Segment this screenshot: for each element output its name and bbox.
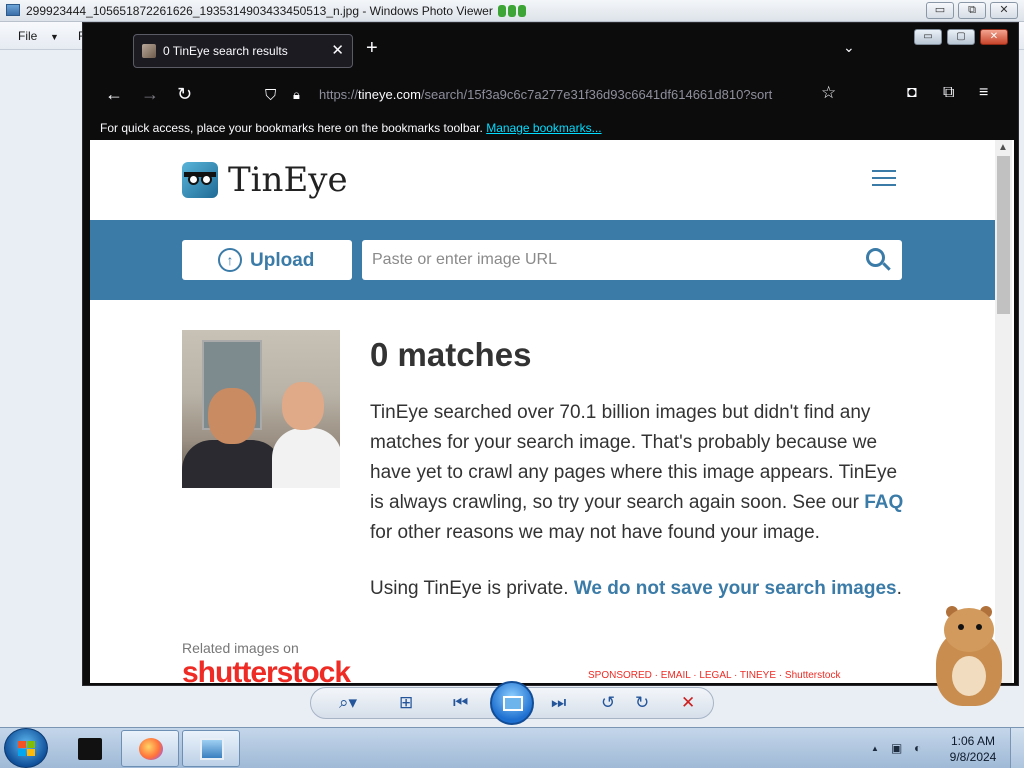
app-menu-icon[interactable]: ≡ bbox=[979, 84, 988, 102]
black-box-app-icon bbox=[78, 738, 102, 760]
hamburger-menu-icon[interactable] bbox=[872, 170, 896, 188]
image-url-input[interactable] bbox=[362, 240, 902, 280]
page-content: TinEye ↑ Upload 0 matches TinEye searche… bbox=[90, 140, 1014, 683]
upload-button[interactable]: ↑ Upload bbox=[182, 240, 352, 280]
rotate-counterclockwise-button[interactable]: ↺ bbox=[601, 693, 615, 713]
photo-viewer-titlebar: 299923444_105651872261626_19353149034334… bbox=[0, 0, 1024, 22]
tab-bar: 0 TinEye search results ✕ + ⌄ ▭ ▢ ✕ bbox=[83, 23, 1018, 75]
windows-logo-icon bbox=[18, 741, 36, 757]
tab-tineye-results[interactable]: 0 TinEye search results ✕ bbox=[133, 34, 353, 68]
browser-maximize-button[interactable]: ▢ bbox=[947, 29, 975, 45]
extensions-icon[interactable]: ⧉ bbox=[943, 84, 954, 102]
network-icon[interactable]: ▣ bbox=[891, 741, 902, 755]
manage-bookmarks-link[interactable]: Manage bookmarks... bbox=[486, 121, 601, 135]
next-button[interactable]: ⏭ bbox=[551, 693, 566, 713]
shutterstock-links[interactable]: SPONSORED · EMAIL · LEGAL · TINEYE · Shu… bbox=[588, 670, 840, 681]
bookmark-star-icon[interactable]: ☆ bbox=[821, 83, 836, 103]
browser-minimize-button[interactable]: ▭ bbox=[914, 29, 942, 45]
shutterstock-logo[interactable]: shutterstock bbox=[182, 656, 351, 683]
minimize-button[interactable]: ▭ bbox=[926, 2, 954, 19]
show-hidden-icons-button[interactable]: ▲ bbox=[871, 744, 879, 753]
rotate-clockwise-button[interactable]: ↻ bbox=[635, 693, 649, 713]
search-icon[interactable] bbox=[866, 248, 892, 274]
tineye-brand[interactable]: TinEye bbox=[228, 160, 348, 200]
tab-favicon-icon bbox=[142, 44, 156, 58]
system-clock[interactable]: 1:06 AM 9/8/2024 bbox=[944, 733, 1002, 765]
tab-close-icon[interactable]: ✕ bbox=[331, 41, 344, 59]
back-button[interactable]: ← bbox=[105, 84, 123, 105]
url-bar[interactable]: ⛉ 🔒︎ https://tineye.com/search/15f3a9c6c… bbox=[259, 79, 849, 111]
taskbar-app-terminal[interactable] bbox=[60, 730, 118, 767]
delete-button[interactable]: ✕ bbox=[681, 693, 695, 713]
navigation-toolbar: ← → ↻ ⛉ 🔒︎ https://tineye.com/search/15f… bbox=[83, 75, 1018, 115]
show-desktop-button[interactable] bbox=[1010, 728, 1024, 768]
taskbar-app-firefox[interactable] bbox=[121, 730, 179, 767]
zoom-button[interactable]: ⌕▾ bbox=[339, 693, 357, 713]
query-image-thumbnail[interactable] bbox=[182, 330, 340, 488]
upload-arrow-icon: ↑ bbox=[218, 248, 242, 272]
menu-file-dropdown-icon[interactable]: ▼ bbox=[50, 32, 59, 42]
privacy-link[interactable]: We do not save your search images bbox=[574, 578, 897, 599]
tineye-logo-icon[interactable] bbox=[182, 162, 218, 198]
hamster-mascot-image bbox=[922, 604, 1012, 708]
taskbar-app-photo-viewer[interactable] bbox=[182, 730, 240, 767]
scroll-up-icon[interactable]: ▲ bbox=[998, 142, 1008, 153]
privacy-message: Using TinEye is private. We do not save … bbox=[370, 578, 902, 599]
volume-icon[interactable]: ◐ bbox=[914, 741, 921, 755]
upload-label: Upload bbox=[250, 250, 315, 271]
close-button[interactable]: ✕ bbox=[990, 2, 1018, 19]
previous-button[interactable]: ⏮ bbox=[453, 693, 468, 713]
tineye-header: TinEye bbox=[90, 140, 995, 220]
bookmarks-toolbar: For quick access, place your bookmarks h… bbox=[83, 115, 1018, 140]
clock-time: 1:06 AM bbox=[950, 734, 996, 748]
start-button[interactable] bbox=[4, 728, 48, 768]
forward-button[interactable]: → bbox=[141, 84, 159, 105]
clock-date: 9/8/2024 bbox=[949, 750, 997, 764]
tab-title: 0 TinEye search results bbox=[163, 44, 288, 58]
menu-file[interactable]: File bbox=[18, 29, 37, 43]
actual-size-button[interactable]: ⊞ bbox=[399, 693, 413, 713]
pocket-icon[interactable]: ◘ bbox=[907, 84, 917, 102]
faq-link[interactable]: FAQ bbox=[864, 492, 903, 513]
url-text[interactable]: https://tineye.com/search/15f3a9c6c7a277… bbox=[319, 87, 819, 102]
photo-viewer-icon bbox=[200, 738, 224, 760]
browser-close-button[interactable]: ✕ bbox=[980, 29, 1008, 45]
decorative-indicator-icon bbox=[498, 4, 528, 18]
search-band: ↑ Upload bbox=[90, 220, 995, 300]
photo-viewer-app-icon bbox=[6, 4, 20, 16]
photo-viewer-window-title: 299923444_105651872261626_19353149034334… bbox=[26, 4, 493, 18]
list-all-tabs-icon[interactable]: ⌄ bbox=[843, 39, 855, 56]
firefox-icon bbox=[139, 738, 163, 760]
results-heading: 0 matches bbox=[370, 336, 532, 373]
no-results-message: TinEye searched over 70.1 billion images… bbox=[370, 402, 904, 543]
related-images-label: Related images on bbox=[182, 640, 299, 656]
page-scrollbar[interactable]: ▲ bbox=[995, 140, 1012, 683]
firefox-window: 0 TinEye search results ✕ + ⌄ ▭ ▢ ✕ ← → … bbox=[82, 22, 1019, 686]
lock-icon[interactable]: 🔒︎ bbox=[293, 87, 300, 103]
scrollbar-thumb[interactable] bbox=[997, 156, 1010, 314]
bookmarks-hint: For quick access, place your bookmarks h… bbox=[100, 121, 602, 135]
slideshow-button[interactable] bbox=[490, 681, 534, 725]
taskbar: ▲ ▣ ◐ 1:06 AM 9/8/2024 bbox=[0, 727, 1024, 768]
reload-button[interactable]: ↻ bbox=[177, 84, 192, 105]
slideshow-icon bbox=[503, 696, 523, 711]
tracking-protection-shield-icon[interactable]: ⛉ bbox=[265, 87, 276, 104]
new-tab-button[interactable]: + bbox=[366, 37, 378, 60]
maximize-button[interactable]: ⧉ bbox=[958, 2, 986, 19]
